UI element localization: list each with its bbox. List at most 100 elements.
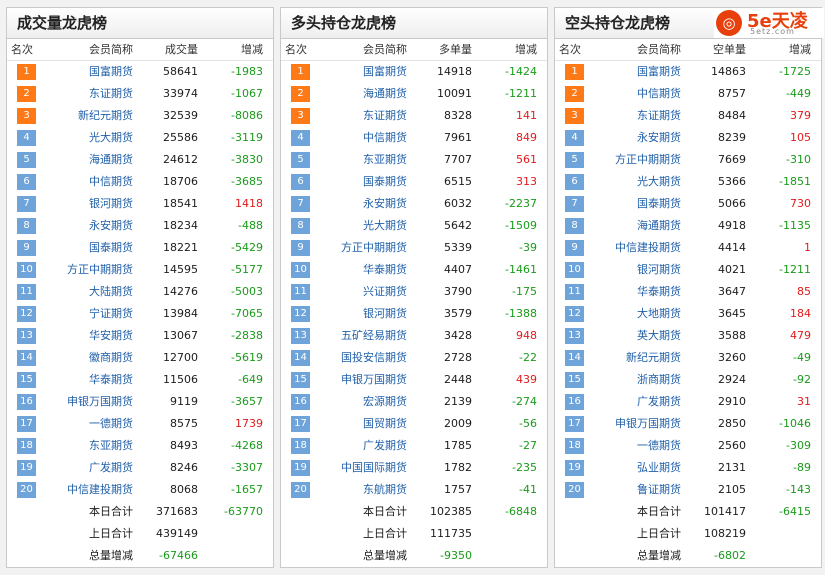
member-name-link[interactable]: 新纪元期货 [51,105,133,127]
site-logo[interactable]: ◎ 5e天凌 5etz.com [714,8,824,38]
rank-badge: 8 [565,218,584,234]
member-name-link[interactable]: 东亚期货 [51,435,133,457]
member-name-link[interactable]: 永安期货 [325,193,407,215]
member-name-link[interactable]: 中信建投期货 [599,237,681,259]
rank-cell: 20 [7,479,51,501]
volume-value: 12700 [163,351,198,364]
member-name-link[interactable]: 广发期货 [325,435,407,457]
member-name-link[interactable]: 弘业期货 [599,457,681,479]
member-name-link[interactable]: 五矿经易期货 [325,325,407,347]
total-change-value: -6802 [714,549,746,562]
member-name-link[interactable]: 方正中期期货 [51,259,133,281]
member-name-link[interactable]: 大地期货 [599,303,681,325]
member-name-link[interactable]: 海通期货 [599,215,681,237]
table-row: 3 东证期货 8484 379 [555,105,821,127]
member-name-link[interactable]: 光大期货 [51,127,133,149]
rank-cell: 4 [555,127,599,149]
member-name-link[interactable]: 东亚期货 [325,149,407,171]
member-name-link[interactable]: 东航期货 [325,479,407,501]
panel-title: 成交量龙虎榜 [7,8,273,39]
member-name-link[interactable]: 申银万国期货 [599,413,681,435]
volume-value: 3790 [444,285,472,298]
member-name-link[interactable]: 国泰期货 [325,171,407,193]
rank-cell: 17 [7,413,51,435]
member-name-link[interactable]: 申银万国期货 [325,369,407,391]
member-name-link[interactable]: 华泰期货 [51,369,133,391]
change-value: -488 [238,219,263,232]
member-name-link[interactable]: 徽商期货 [51,347,133,369]
member-name-link[interactable]: 中信期货 [51,171,133,193]
today-total-label: 本日合计 [89,505,133,518]
member-name-link[interactable]: 中信期货 [325,127,407,149]
change-value: -22 [519,351,537,364]
table-row: 11 华泰期货 3647 85 [555,281,821,303]
member-name-link[interactable]: 东证期货 [325,105,407,127]
member-name-link[interactable]: 国富期货 [599,61,681,83]
member-name-link[interactable]: 华泰期货 [325,259,407,281]
member-name-link[interactable]: 英大期货 [599,325,681,347]
member-name-link[interactable]: 新纪元期货 [599,347,681,369]
member-name-link[interactable]: 一德期货 [51,413,133,435]
volume-value: 7961 [444,131,472,144]
volume-value: 32539 [163,109,198,122]
table-row: 15 申银万国期货 2448 439 [281,369,547,391]
member-name-link[interactable]: 华泰期货 [599,281,681,303]
total-change-row: 总量增减 -9350 [281,545,547,567]
member-name-link[interactable]: 国泰期货 [599,193,681,215]
member-name-link[interactable]: 兴证期货 [325,281,407,303]
member-name-link[interactable]: 中信期货 [599,83,681,105]
table-row: 19 弘业期货 2131 -89 [555,457,821,479]
member-name-link[interactable]: 国泰期货 [51,237,133,259]
member-name-link[interactable]: 广发期货 [599,391,681,413]
rank-badge: 1 [291,64,310,80]
member-name-link[interactable]: 东证期货 [51,83,133,105]
member-name-link[interactable]: 大陆期货 [51,281,133,303]
member-name-link[interactable]: 宏源期货 [325,391,407,413]
member-name-link[interactable]: 海通期货 [325,83,407,105]
member-name-link[interactable]: 国投安信期货 [325,347,407,369]
member-name-link[interactable]: 永安期货 [599,127,681,149]
member-name-link[interactable]: 宁证期货 [51,303,133,325]
member-name-link[interactable]: 广发期货 [51,457,133,479]
volume-value: 5642 [444,219,472,232]
rank-cell: 7 [281,193,325,215]
member-name-link[interactable]: 光大期货 [325,215,407,237]
volume-value: 2910 [718,395,746,408]
member-name-link[interactable]: 鲁证期货 [599,479,681,501]
member-name-link[interactable]: 华安期货 [51,325,133,347]
rank-badge: 2 [565,86,584,102]
change-value: 439 [516,373,537,386]
member-name-link[interactable]: 方正中期期货 [599,149,681,171]
change-value: -92 [793,373,811,386]
member-name-link[interactable]: 国贸期货 [325,413,407,435]
rank-badge: 20 [291,482,310,498]
member-name-link[interactable]: 申银万国期货 [51,391,133,413]
member-name-link[interactable]: 国富期货 [51,61,133,83]
member-name-link[interactable]: 银河期货 [325,303,407,325]
member-name-link[interactable]: 一德期货 [599,435,681,457]
rank-badge: 16 [291,394,310,410]
change-value: -3307 [231,461,263,474]
rank-cell: 14 [555,347,599,369]
member-name-link[interactable]: 银河期货 [51,193,133,215]
change-value: -5003 [231,285,263,298]
member-name-link[interactable]: 中国国际期货 [325,457,407,479]
member-name-link[interactable]: 浙商期货 [599,369,681,391]
member-name-link[interactable]: 中信建投期货 [51,479,133,501]
member-name-link[interactable]: 银河期货 [599,259,681,281]
member-name-link[interactable]: 方正中期期货 [325,237,407,259]
change-value: 1739 [235,417,263,430]
rank-cell: 12 [281,303,325,325]
member-name-link[interactable]: 东证期货 [599,105,681,127]
member-name-link[interactable]: 永安期货 [51,215,133,237]
table-body: 1 国富期货 14918 -1424 2 海通期货 10091 -1211 3 东证期货 8328 1… [281,61,547,501]
total-change-row: 总量增减 -67466 [7,545,273,567]
previous-total-row: 上日合计 439149 [7,523,273,545]
member-name-link[interactable]: 海通期货 [51,149,133,171]
member-name-link[interactable]: 光大期货 [599,171,681,193]
table-row: 12 宁证期货 13984 -7065 [7,303,273,325]
volume-value: 3588 [718,329,746,342]
rank-badge: 1 [565,64,584,80]
member-name-link[interactable]: 国富期货 [325,61,407,83]
volume-value: 3645 [718,307,746,320]
